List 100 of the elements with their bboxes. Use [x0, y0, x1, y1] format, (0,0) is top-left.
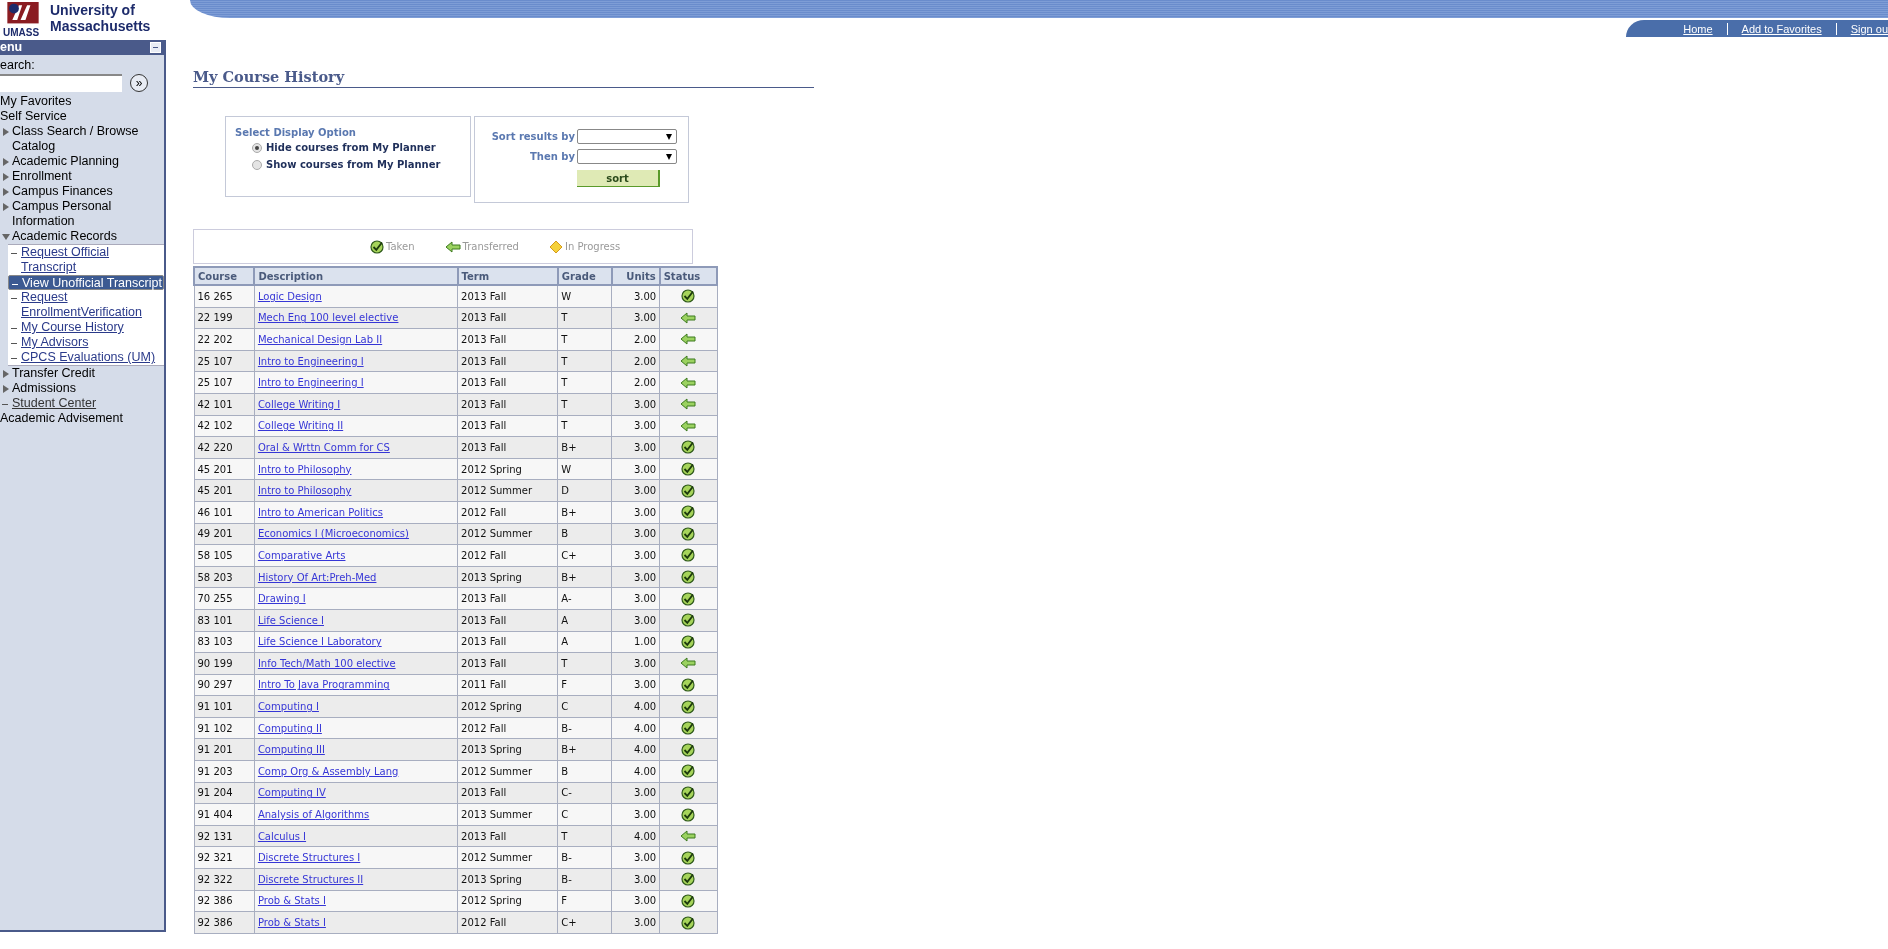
table-cell: 92 386 [194, 911, 255, 934]
menu-item[interactable]: Academic Advisement [0, 411, 123, 426]
expand-triangle-icon[interactable] [3, 370, 9, 378]
logo-wordmark: UMASS [3, 27, 40, 38]
menu-item[interactable]: Class Search / Browse Catalog [12, 124, 164, 154]
table-cell: 92 321 [194, 846, 255, 869]
table-cell: 92 322 [194, 868, 255, 891]
table-cell: 42 220 [194, 436, 255, 459]
search-field[interactable] [0, 74, 122, 92]
table-cell: 46 101 [194, 501, 255, 524]
legend-label: In Progress [564, 241, 621, 252]
menu-item[interactable]: Request Official Transcript [8, 245, 164, 275]
table-cell: 91 102 [194, 717, 255, 739]
menu-item[interactable]: Academic Records [12, 229, 117, 244]
table-cell: 16 265 [194, 285, 255, 308]
table-cell: 25 107 [194, 350, 255, 372]
table-cell: 45 201 [194, 458, 255, 480]
column-header: Units [611, 267, 660, 285]
panel-title: Select Display Option [235, 127, 357, 138]
expand-triangle-icon[interactable] [3, 385, 9, 393]
table-cell: 92 386 [194, 890, 255, 912]
table-cell: 83 103 [194, 631, 255, 653]
table-cell: 91 101 [194, 695, 255, 718]
course-link[interactable]: Calculus I [257, 830, 307, 842]
course-link[interactable]: Logic Design [257, 290, 322, 302]
left-arrow-icon [444, 240, 461, 253]
menu-link[interactable]: Student Center [12, 396, 97, 411]
dash-icon [2, 404, 8, 405]
menu-item[interactable]: Self Service [0, 109, 67, 124]
column-header: Status [659, 267, 717, 285]
table-cell: 58 105 [194, 544, 255, 567]
column-header: Term [457, 267, 558, 285]
legend-label: Taken [386, 241, 415, 252]
table-cell: 58 203 [194, 566, 255, 588]
menu-item[interactable]: Campus Finances [12, 184, 113, 199]
menu-title: enu [0, 40, 23, 55]
search-label: earch: [0, 58, 36, 72]
logo-title: University of [50, 2, 136, 18]
table-cell: 45 201 [194, 479, 255, 502]
sort-button[interactable]: sort [577, 170, 660, 187]
course-link[interactable]: Prob & Stats I [257, 895, 326, 907]
table-cell: 42 101 [194, 393, 255, 416]
menu-item-selected[interactable]: View Unofficial Transcript [8, 275, 164, 290]
sort-dropdown[interactable] [577, 149, 677, 164]
expand-triangle-icon[interactable] [3, 128, 9, 136]
page-title: My Course History [193, 68, 814, 88]
menu-item[interactable]: Admissions [12, 381, 76, 396]
sort-label: Then by [529, 151, 575, 162]
course-link[interactable]: Computing III [257, 744, 325, 756]
check-circle-icon [370, 239, 384, 254]
expand-triangle-icon[interactable] [3, 158, 9, 166]
table-cell: 49 201 [194, 523, 255, 545]
course-link[interactable]: Life Science I [257, 614, 324, 626]
menu-item[interactable]: Request EnrollmentVerification [8, 290, 164, 320]
table-cell: 90 199 [194, 652, 255, 675]
header-link[interactable]: Sign ou [1850, 22, 1888, 35]
logo-title: Massachusetts [50, 18, 151, 34]
collapse-icon[interactable] [150, 42, 161, 53]
column-header: Course [194, 267, 255, 285]
course-link[interactable]: Prob & Stats I [257, 917, 326, 928]
radio-label[interactable]: Show courses from My Planner [266, 159, 441, 170]
radio-button[interactable] [252, 159, 262, 170]
radio-label[interactable]: Hide courses from My Planner [266, 142, 436, 153]
header-link[interactable]: Add to Favorites [1741, 22, 1822, 35]
sort-label: Sort results by [490, 131, 575, 142]
table-cell: 90 297 [194, 674, 255, 696]
menu-item[interactable]: My Advisors [8, 335, 164, 350]
sort-dropdown[interactable] [577, 129, 677, 144]
course-link[interactable]: Drawing I [257, 593, 306, 605]
legend-label: Transferred [462, 241, 519, 252]
table-cell: 42 102 [194, 415, 255, 437]
radio-button[interactable] [252, 142, 262, 153]
table-cell: 92 131 [194, 825, 255, 847]
table-cell: 91 201 [194, 738, 255, 761]
diamond-icon [548, 239, 563, 254]
table-cell: 83 101 [194, 609, 255, 631]
course-link[interactable]: Computing I [257, 701, 319, 713]
table-cell: 91 204 [194, 782, 255, 804]
table-cell: 22 202 [194, 328, 255, 351]
table-cell: 91 404 [194, 803, 255, 826]
menu-item[interactable]: CPCS Evaluations (UM) [8, 350, 164, 365]
table-cell: 91 203 [194, 760, 255, 783]
menu-item[interactable]: Transfer Credit [12, 366, 95, 381]
header-link[interactable]: Home [1683, 22, 1713, 35]
course-link[interactable]: Computing IV [257, 787, 326, 799]
course-link[interactable]: Computing II [257, 722, 322, 734]
table-cell: 22 199 [194, 307, 255, 329]
menu-item[interactable]: My Favorites [0, 94, 72, 109]
search-button[interactable]: » [130, 74, 148, 92]
menu-item[interactable]: My Course History [8, 320, 164, 335]
expand-triangle-icon[interactable] [3, 173, 9, 181]
menu-item[interactable]: Enrollment [12, 169, 72, 184]
column-header: Grade [557, 267, 612, 285]
expand-triangle-icon[interactable] [3, 188, 9, 196]
menu-item[interactable]: Academic Planning [12, 154, 119, 169]
expand-triangle-icon[interactable] [3, 203, 9, 211]
table-cell: 25 107 [194, 371, 255, 394]
column-header: Description [254, 267, 458, 285]
menu-item[interactable]: Campus Personal Information [12, 199, 164, 229]
table-cell: 70 255 [194, 587, 255, 610]
